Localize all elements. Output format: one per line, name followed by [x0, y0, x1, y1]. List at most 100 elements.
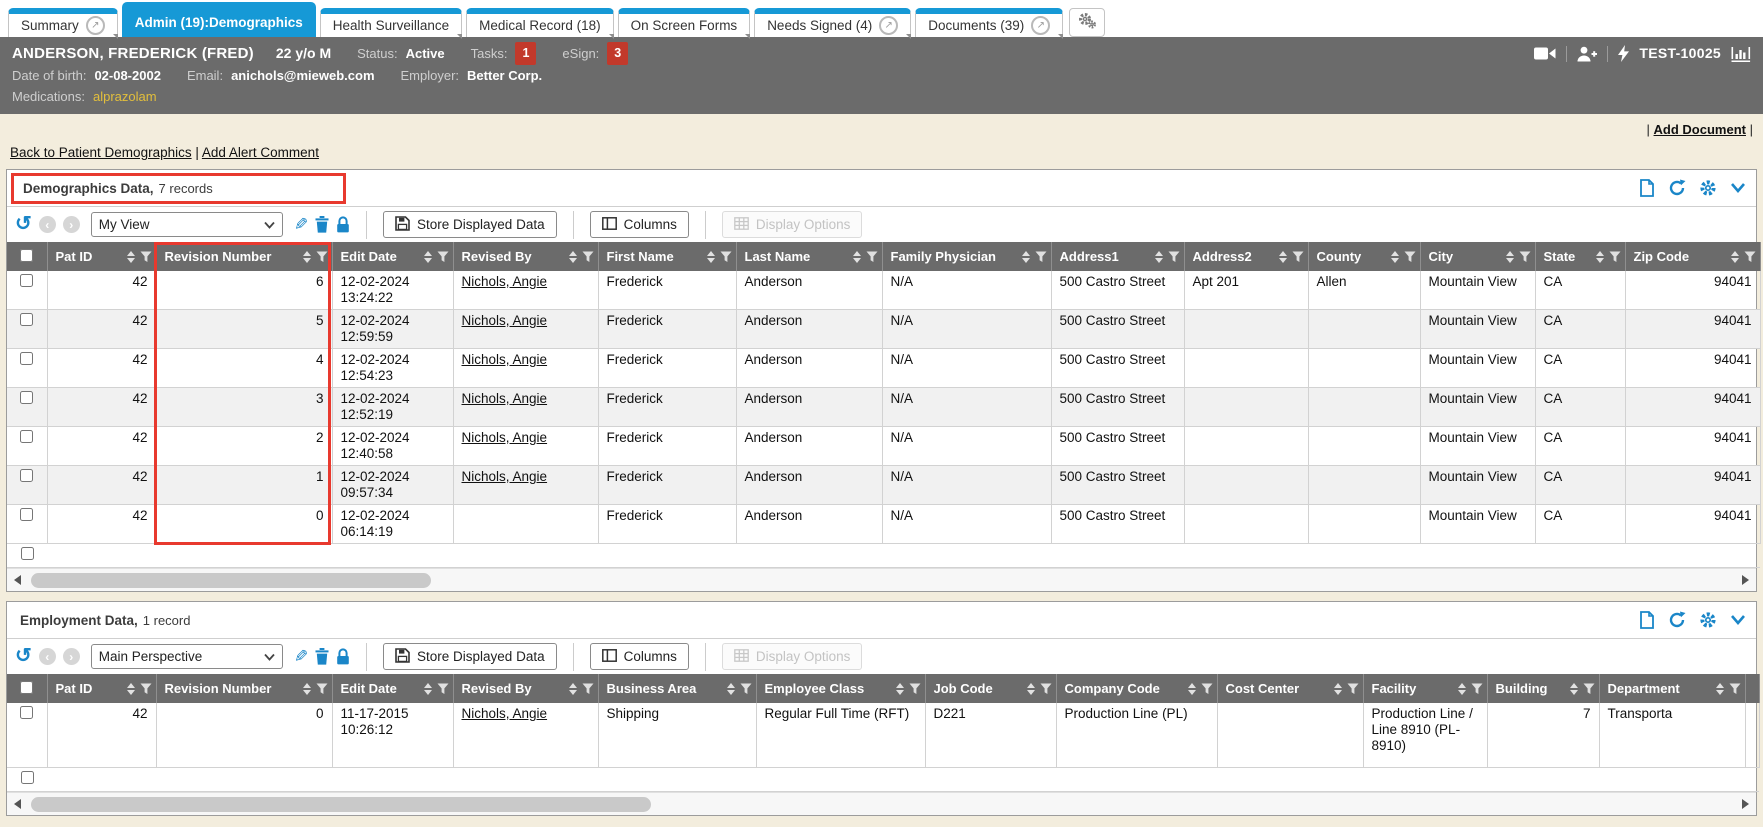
sort-icon[interactable] — [1596, 251, 1604, 263]
revised-by-link[interactable]: Nichols, Angie — [462, 313, 548, 328]
row-checkbox[interactable] — [20, 508, 33, 521]
filter-funnel-icon[interactable] — [1729, 683, 1741, 695]
sort-icon[interactable] — [1391, 251, 1399, 263]
column-header-employee-class[interactable]: Employee Class — [756, 674, 925, 703]
sort-icon[interactable] — [1759, 683, 1760, 695]
tab-admin-19-demographics[interactable]: Admin (19):Demographics — [122, 2, 316, 37]
sort-icon[interactable] — [1188, 683, 1196, 695]
view-selector[interactable]: My View — [91, 212, 283, 237]
scrollbar-thumb[interactable] — [31, 797, 651, 812]
scroll-left-arrow-icon[interactable] — [14, 799, 21, 809]
lightning-icon[interactable] — [1618, 45, 1629, 62]
row-checkbox[interactable] — [20, 352, 33, 365]
row-checkbox[interactable] — [20, 391, 33, 404]
row-checkbox[interactable] — [20, 430, 33, 443]
refresh-icon[interactable] — [1668, 179, 1686, 197]
collapse-chevron-icon[interactable] — [1730, 182, 1746, 194]
column-header-revised-by[interactable]: Revised By — [453, 242, 598, 271]
revised-by-link[interactable]: Nichols, Angie — [462, 706, 548, 721]
lock-view-icon[interactable] — [336, 648, 350, 665]
column-header-pat-id[interactable]: Pat ID — [47, 674, 156, 703]
edit-view-icon[interactable]: ✎ — [294, 648, 308, 665]
tasks-badge[interactable]: 1 — [515, 42, 536, 65]
tab-documents-39[interactable]: Documents (39)↗ — [915, 8, 1063, 37]
filter-funnel-icon[interactable] — [1347, 683, 1359, 695]
filter-funnel-icon[interactable] — [1035, 251, 1047, 263]
select-all-checkbox[interactable] — [20, 681, 33, 694]
filter-funnel-icon[interactable] — [437, 251, 449, 263]
filter-funnel-icon[interactable] — [1201, 683, 1213, 695]
forward-arrow-icon[interactable]: › — [63, 648, 80, 665]
filter-funnel-icon[interactable] — [316, 683, 328, 695]
column-header-zip-code[interactable]: Zip Code — [1625, 242, 1760, 271]
row-checkbox[interactable] — [20, 313, 33, 326]
tab-medical-record-18[interactable]: Medical Record (18) — [466, 8, 614, 37]
sort-icon[interactable] — [424, 251, 432, 263]
column-header-department[interactable]: Department — [1599, 674, 1745, 703]
filter-funnel-icon[interactable] — [1292, 251, 1304, 263]
sort-icon[interactable] — [1716, 683, 1724, 695]
column-header-state[interactable]: State — [1535, 242, 1625, 271]
add-document-link[interactable]: Add Document — [1654, 122, 1746, 137]
sort-icon[interactable] — [1155, 251, 1163, 263]
filter-funnel-icon[interactable] — [582, 683, 594, 695]
add-person-icon[interactable] — [1577, 46, 1597, 62]
column-header-city[interactable]: City — [1420, 242, 1535, 271]
sort-icon[interactable] — [1279, 251, 1287, 263]
revised-by-link[interactable]: Nichols, Angie — [462, 469, 548, 484]
sort-icon[interactable] — [1458, 683, 1466, 695]
sort-icon[interactable] — [1731, 251, 1739, 263]
sort-icon[interactable] — [424, 683, 432, 695]
new-document-icon[interactable] — [1639, 611, 1655, 629]
filter-funnel-icon[interactable] — [1583, 683, 1595, 695]
undo-icon[interactable]: ↺ — [15, 646, 32, 666]
filter-funnel-icon[interactable] — [1519, 251, 1531, 263]
sort-icon[interactable] — [1570, 683, 1578, 695]
column-header-edit-date[interactable]: Edit Date — [332, 242, 453, 271]
delete-view-icon[interactable] — [315, 648, 329, 665]
row-checkbox[interactable] — [20, 469, 33, 482]
tab-on-screen-forms[interactable]: On Screen Forms — [618, 8, 751, 37]
filter-funnel-icon[interactable] — [740, 683, 752, 695]
sort-icon[interactable] — [1334, 683, 1342, 695]
tab-health-surveillance[interactable]: Health Surveillance — [320, 8, 462, 37]
column-header-revision-number[interactable]: Revision Number — [156, 674, 332, 703]
undo-icon[interactable]: ↺ — [15, 214, 32, 234]
popout-icon[interactable]: ↗ — [86, 16, 105, 35]
row-checkbox[interactable] — [20, 274, 33, 287]
filter-funnel-icon[interactable] — [1168, 251, 1180, 263]
column-header-county[interactable]: County — [1308, 242, 1420, 271]
scroll-right-arrow-icon[interactable] — [1742, 575, 1749, 585]
filter-funnel-icon[interactable] — [1404, 251, 1416, 263]
tab-needs-signed-4[interactable]: Needs Signed (4)↗ — [754, 8, 911, 37]
column-header-revised-by[interactable]: Revised By — [453, 674, 598, 703]
sort-icon[interactable] — [303, 683, 311, 695]
filter-funnel-icon[interactable] — [1471, 683, 1483, 695]
filter-funnel-icon[interactable] — [316, 251, 328, 263]
filter-funnel-icon[interactable] — [140, 251, 152, 263]
esign-badge[interactable]: 3 — [607, 42, 628, 65]
revised-by-link[interactable]: Nichols, Angie — [462, 352, 548, 367]
popout-icon[interactable]: ↗ — [879, 16, 898, 35]
back-to-demographics-link[interactable]: Back to Patient Demographics — [10, 145, 192, 160]
filter-funnel-icon[interactable] — [720, 251, 732, 263]
new-document-icon[interactable] — [1639, 179, 1655, 197]
store-displayed-data-button[interactable]: Store Displayed Data — [383, 643, 557, 670]
popout-icon[interactable]: ↗ — [1031, 16, 1050, 35]
filter-funnel-icon[interactable] — [909, 683, 921, 695]
revised-by-link[interactable]: Nichols, Angie — [462, 274, 548, 289]
column-header-edit-date[interactable]: Edit Date — [332, 674, 453, 703]
select-all-checkbox[interactable] — [20, 249, 33, 262]
row-checkbox[interactable] — [21, 547, 34, 560]
sort-icon[interactable] — [127, 251, 135, 263]
column-header-facility[interactable]: Facility — [1363, 674, 1487, 703]
sort-icon[interactable] — [707, 251, 715, 263]
column-header-building[interactable]: Building — [1487, 674, 1599, 703]
filter-funnel-icon[interactable] — [866, 251, 878, 263]
filter-funnel-icon[interactable] — [140, 683, 152, 695]
refresh-icon[interactable] — [1668, 611, 1686, 629]
sort-icon[interactable] — [303, 251, 311, 263]
settings-gear-icon[interactable] — [1699, 611, 1717, 629]
edit-view-icon[interactable]: ✎ — [294, 216, 308, 233]
sort-icon[interactable] — [1027, 683, 1035, 695]
